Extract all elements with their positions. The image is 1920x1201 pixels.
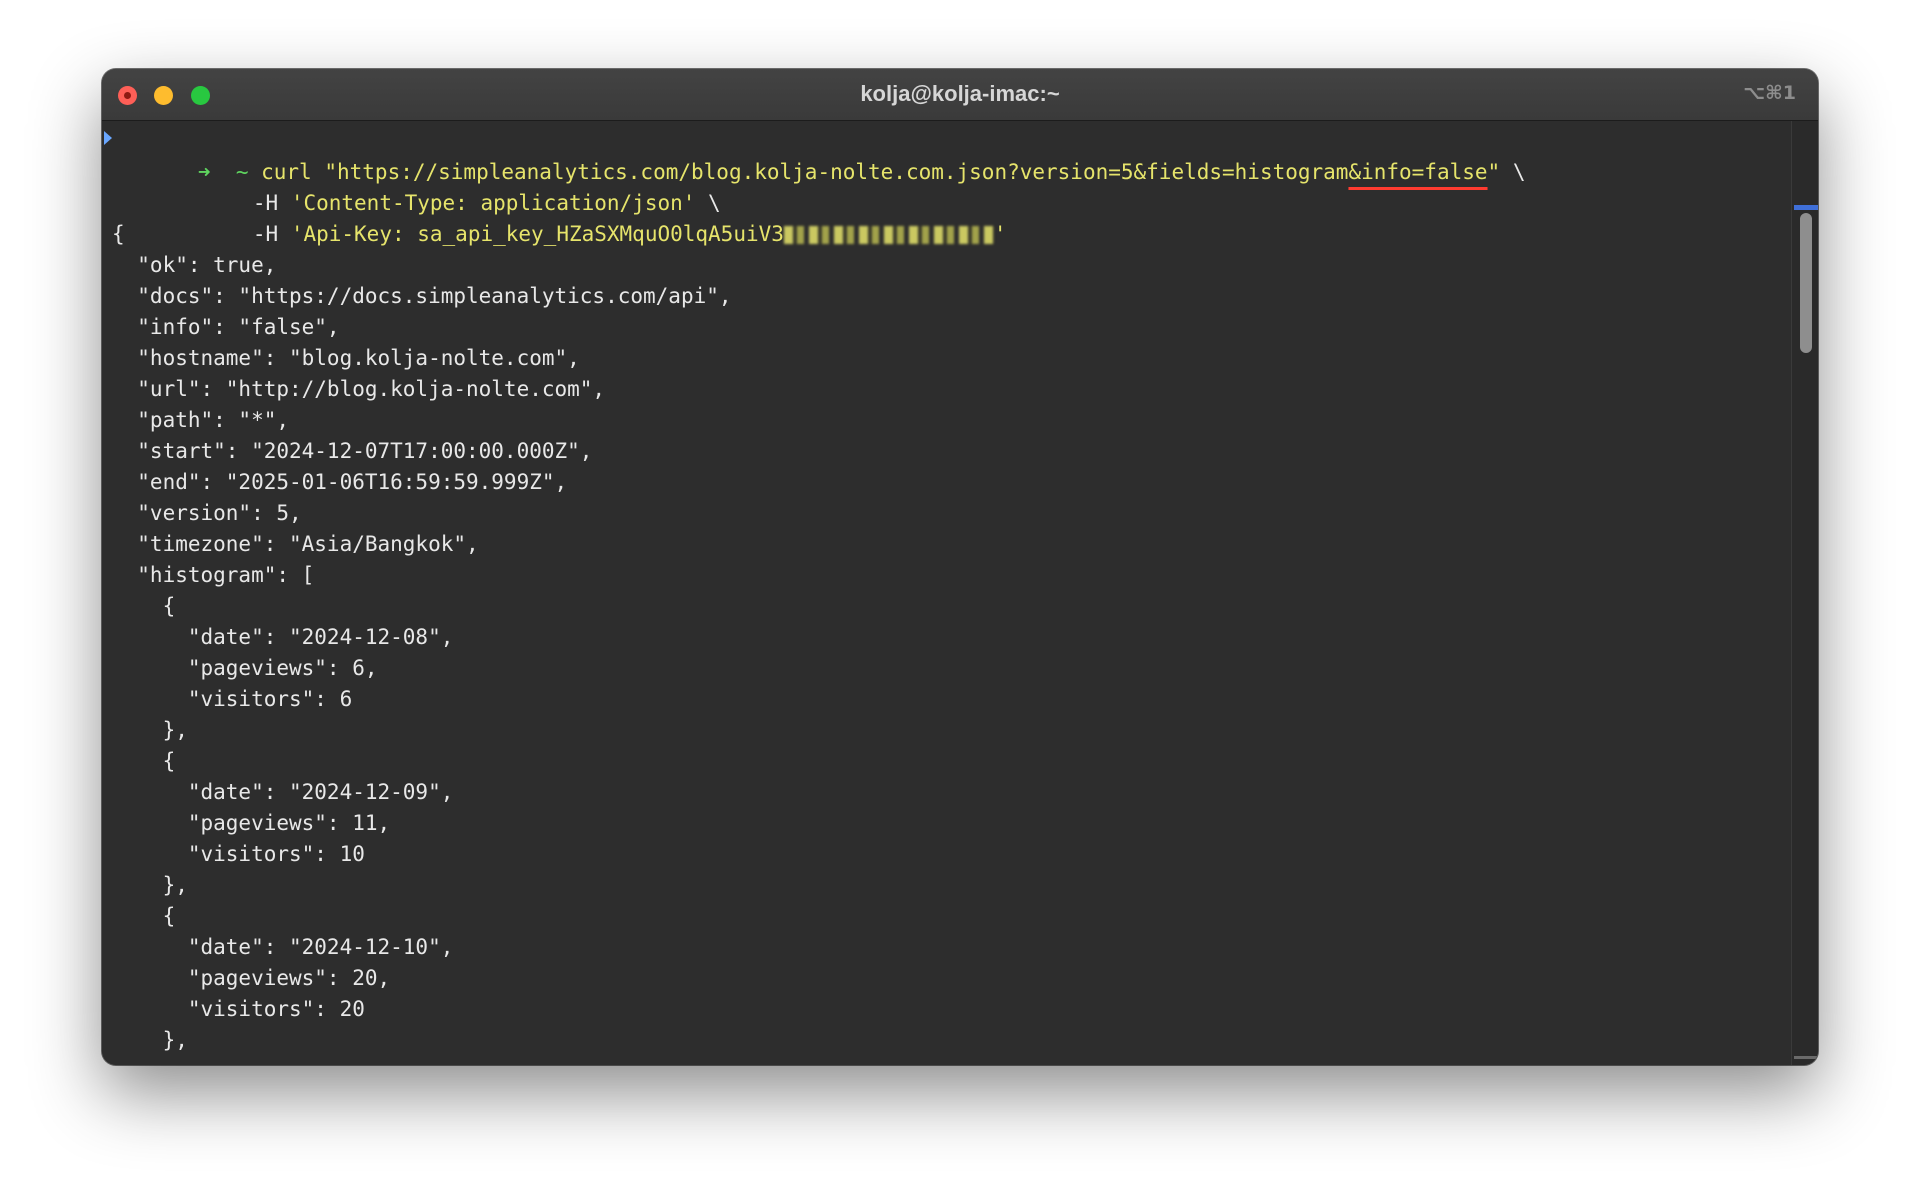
output-line: "ok": true, bbox=[112, 253, 277, 277]
output-line: "end": "2025-01-06T16:59:59.999Z", bbox=[112, 470, 568, 494]
output-line: }, bbox=[112, 873, 188, 897]
command-url-end: " bbox=[1487, 160, 1501, 184]
output-line: "path": "*", bbox=[112, 408, 290, 432]
output-line: "start": "2024-12-07T17:00:00.000Z", bbox=[112, 439, 593, 463]
output-line: "visitors": 10 bbox=[112, 842, 365, 866]
output-line: "date": "2024-12-10", bbox=[112, 935, 454, 959]
output-line: { bbox=[112, 594, 176, 618]
output-line: "pageviews": 20, bbox=[112, 966, 391, 990]
output-line: "hostname": "blog.kolja-nolte.com", bbox=[112, 346, 580, 370]
output-line: }, bbox=[112, 1028, 188, 1052]
scroll-mark-indicator bbox=[1794, 205, 1818, 210]
highlighted-param: &info=false bbox=[1348, 160, 1488, 184]
header-line-api-key: -H 'Api-Key: sa_api_key_HZaSXMquO0lqA5ui… bbox=[177, 188, 1007, 246]
terminal-output[interactable]: ➜ ~ curl "https://simpleanalytics.com/bl… bbox=[102, 121, 1792, 1065]
output-line: "url": "http://blog.kolja-nolte.com", bbox=[112, 377, 606, 401]
command-line: ➜ ~ curl "https://simpleanalytics.com/bl… bbox=[122, 126, 1526, 184]
terminal-window: kolja@kolja-imac:~ ⌥⌘1 ➜ ~ curl "https:/… bbox=[102, 69, 1818, 1065]
output-line: "pageviews": 11, bbox=[112, 811, 391, 835]
output-line: "pageviews": 6, bbox=[112, 656, 378, 680]
header-api-key-end: ' bbox=[993, 222, 1007, 246]
mark-indicator-icon bbox=[104, 131, 112, 145]
output-line: { bbox=[112, 749, 176, 773]
output-line: "histogram": [ bbox=[112, 563, 315, 587]
output-line: "version": 5, bbox=[112, 501, 302, 525]
output-line: "docs": "https://docs.simpleanalytics.co… bbox=[112, 284, 732, 308]
header-flag: -H bbox=[252, 222, 279, 246]
output-line: "visitors": 20 bbox=[112, 997, 365, 1021]
output-line: "info": "false", bbox=[112, 315, 340, 339]
line-continuation: \ bbox=[1512, 160, 1526, 184]
window-shortcut: ⌥⌘1 bbox=[1743, 82, 1796, 104]
title-bar[interactable]: kolja@kolja-imac:~ ⌥⌘1 bbox=[102, 69, 1818, 121]
window-title: kolja@kolja-imac:~ bbox=[860, 81, 1060, 106]
vertical-scrollbar[interactable] bbox=[1791, 121, 1818, 1065]
output-line: }, bbox=[112, 718, 188, 742]
output-line: { bbox=[112, 222, 125, 246]
header-api-key: 'Api-Key: sa_api_key_HZaSXMquO0lqA5uiV3 bbox=[290, 222, 784, 246]
output-line: "date": "2024-12-09", bbox=[112, 780, 454, 804]
output-line: "date": "2024-12-08", bbox=[112, 625, 454, 649]
header-line-content-type: -H 'Content-Type: application/json' \ bbox=[177, 157, 721, 215]
scrollbar-thumb[interactable] bbox=[1800, 213, 1812, 353]
output-line: "timezone": "Asia/Bangkok", bbox=[112, 532, 479, 556]
output-line: "visitors": 6 bbox=[112, 687, 353, 711]
output-line: { bbox=[112, 904, 176, 928]
redacted-api-key bbox=[783, 226, 994, 244]
scroll-end-indicator bbox=[1794, 1056, 1818, 1059]
